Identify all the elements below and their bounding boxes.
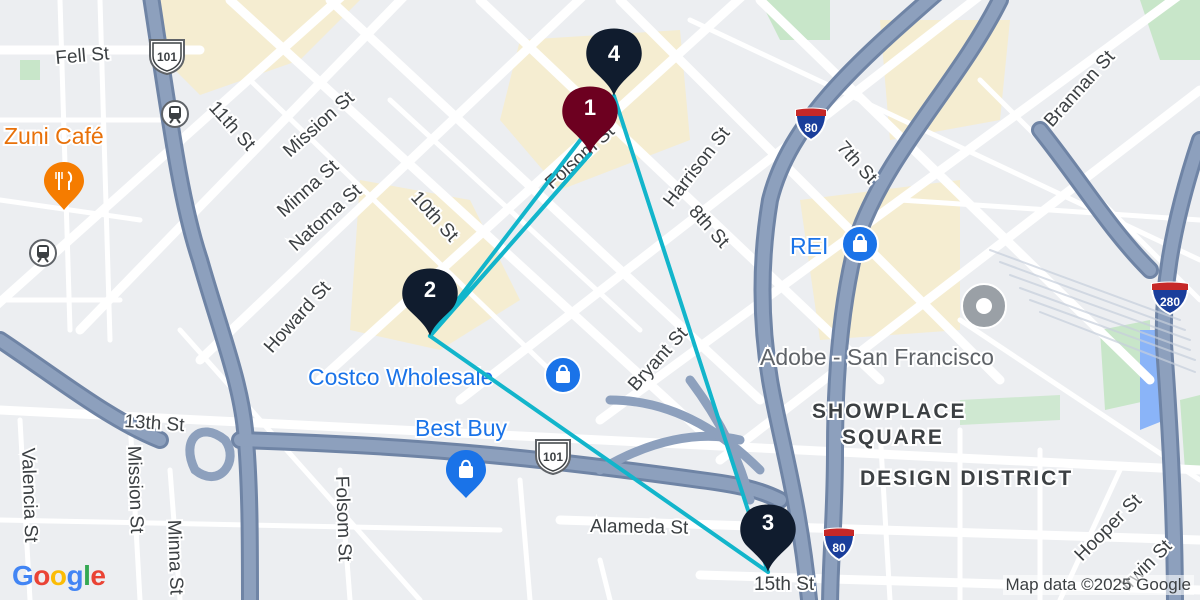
interstate-80-shield-label: 80 [832,541,846,555]
us-101-shield-icon: 101 [149,39,185,76]
street-label-folsom-st-south: Folsom St [331,475,355,562]
map-attribution[interactable]: Map data ©2025 Google [1002,575,1194,595]
poi-label-zuni-cafe: Zuni Café [4,123,104,149]
poi-label-best-buy: Best Buy [415,415,508,441]
google-logo: Google [12,560,106,592]
marker-label: 4 [608,41,621,66]
us-101-shield-label: 101 [157,50,177,64]
shopping-bag-icon [544,356,582,394]
district-label-design-district: DESIGN DISTRICT [860,467,1073,490]
street-label-15th-st: 15th St [754,574,815,595]
poi-label-rei: REI [790,233,828,259]
tram-icon[interactable] [161,100,189,128]
district-label-square: SQUARE [842,426,944,449]
street-label-alameda-st: Alameda St [590,516,689,539]
shopping-bag-icon [841,225,879,263]
map-canvas[interactable]: Fell St Mission St 11th St Minna St Nato… [0,0,1200,600]
google-logo-letter: o [33,560,50,591]
street-label-minna-st-south: Minna St [163,519,187,595]
street-label-valencia-st: Valencia St [17,447,41,543]
marker-label: 2 [424,277,436,302]
district-label-showplace: SHOWPLACE [812,400,967,423]
poi-label-costco: Costco Wholesale [308,364,493,390]
street-label-mission-st-south: Mission St [123,445,147,534]
tram-icon[interactable] [29,239,57,267]
google-logo-letter: g [66,560,84,591]
marker-label: 1 [584,95,596,120]
interstate-80-shield-label: 80 [804,121,818,135]
poi-label-adobe: Adobe - San Francisco [760,344,994,370]
google-logo-letter: e [90,560,106,591]
marker-label: 3 [762,510,774,535]
google-logo-letter: G [12,560,34,591]
interstate-280-shield-label: 280 [1160,295,1180,309]
place-dot-icon [961,283,1007,329]
google-logo-letter: o [49,560,67,591]
us-101-shield-label: 101 [543,450,563,464]
street-label-13th-st: 13th St [124,411,186,436]
us-101-shield-icon: 101 [535,439,571,476]
